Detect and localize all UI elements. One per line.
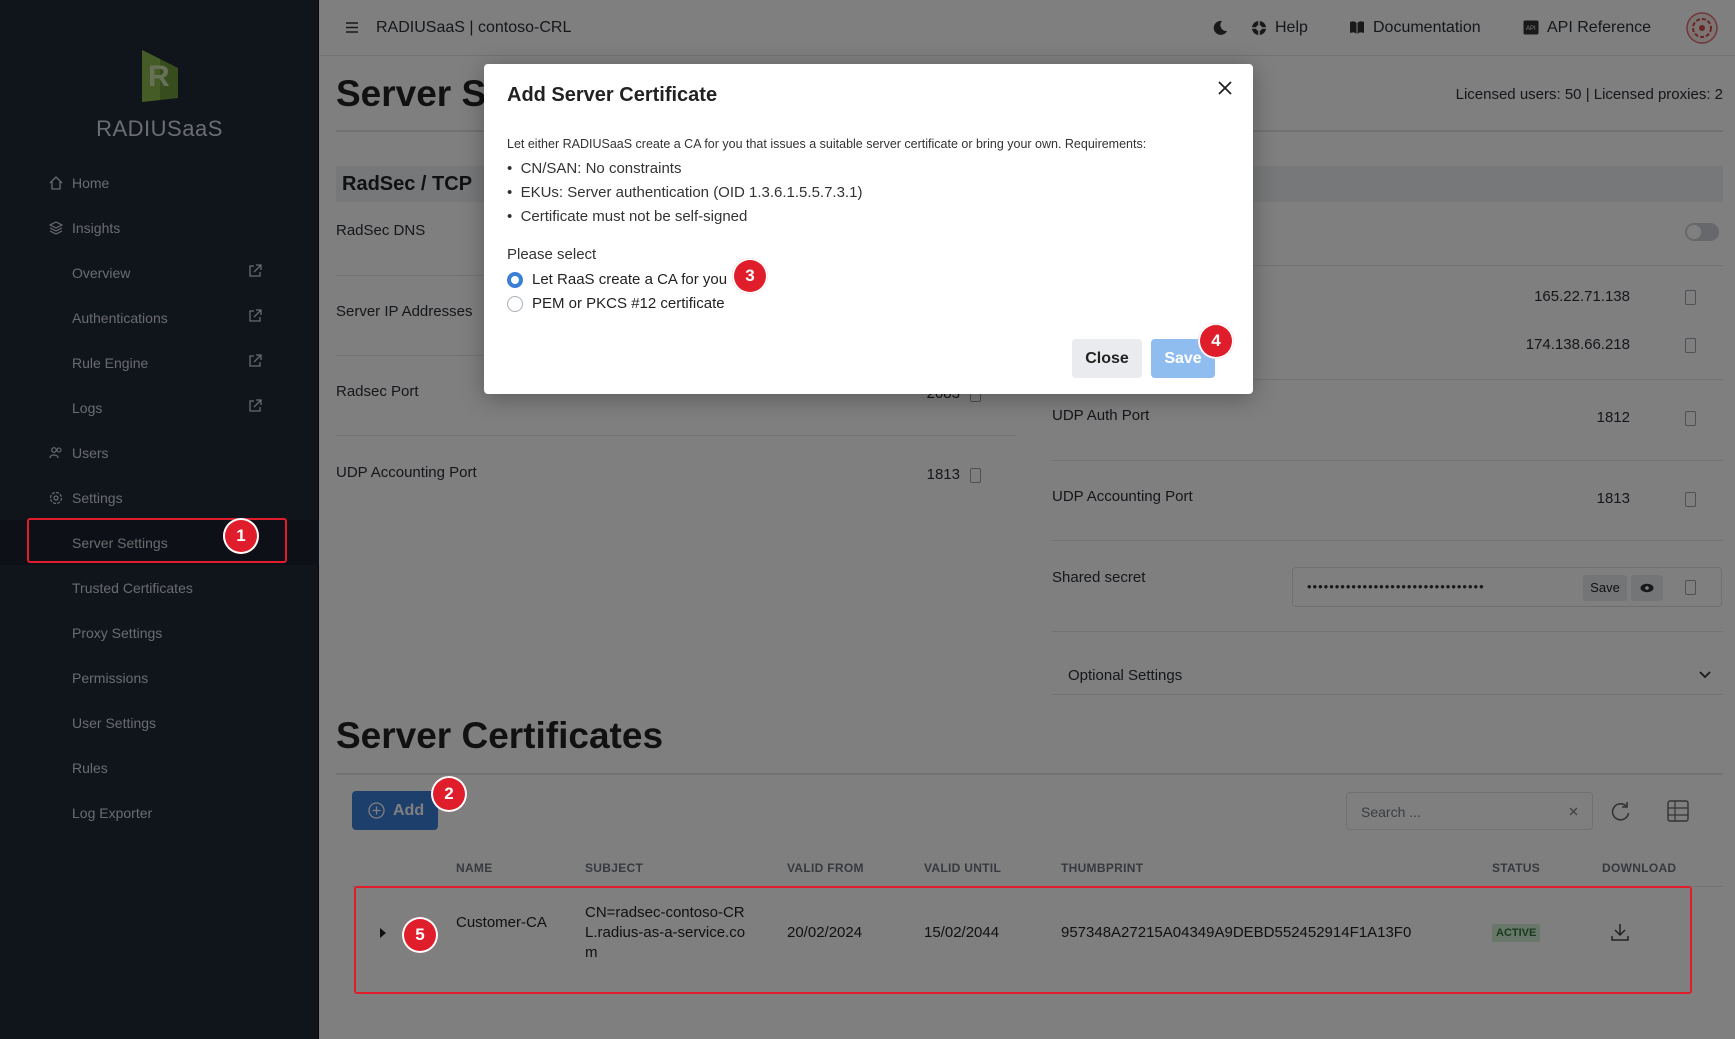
- annotation-box-certificate-row: [354, 886, 1692, 994]
- add-server-certificate-dialog: Add Server Certificate Let either RADIUS…: [484, 64, 1253, 394]
- close-button[interactable]: Close: [1072, 339, 1142, 378]
- option-pem-pkcs12-label: PEM or PKCS #12 certificate: [532, 295, 725, 312]
- annotation-badge-3: 3: [732, 258, 768, 294]
- annotation-badge-1: 1: [223, 518, 259, 554]
- requirement-item: • Certificate must not be self-signed: [507, 208, 748, 225]
- requirement-eku: EKUs: Server authentication (OID 1.3.6.1…: [520, 184, 863, 201]
- requirement-item: • CN/SAN: No constraints: [507, 160, 682, 177]
- dialog-title: Add Server Certificate: [507, 84, 718, 106]
- annotation-badge-5: 5: [402, 917, 438, 953]
- requirement-self-signed: Certificate must not be self-signed: [520, 208, 748, 225]
- close-icon[interactable]: [1218, 81, 1232, 95]
- requirement-item: • EKUs: Server authentication (OID 1.3.6…: [507, 184, 863, 201]
- dialog-intro: Let either RADIUSaaS create a CA for you…: [507, 137, 1147, 151]
- annotation-badge-2: 2: [431, 776, 467, 812]
- requirements-list: • CN/SAN: No constraints • EKUs: Server …: [507, 157, 862, 229]
- option-create-ca-label: Let RaaS create a CA for you: [532, 271, 728, 288]
- radio-selected[interactable]: [507, 272, 523, 288]
- annotation-badge-4: 4: [1198, 323, 1234, 359]
- radio-unselected[interactable]: [507, 296, 523, 312]
- requirement-cn: CN/SAN: No constraints: [520, 160, 682, 177]
- please-select-label: Please select: [507, 246, 597, 263]
